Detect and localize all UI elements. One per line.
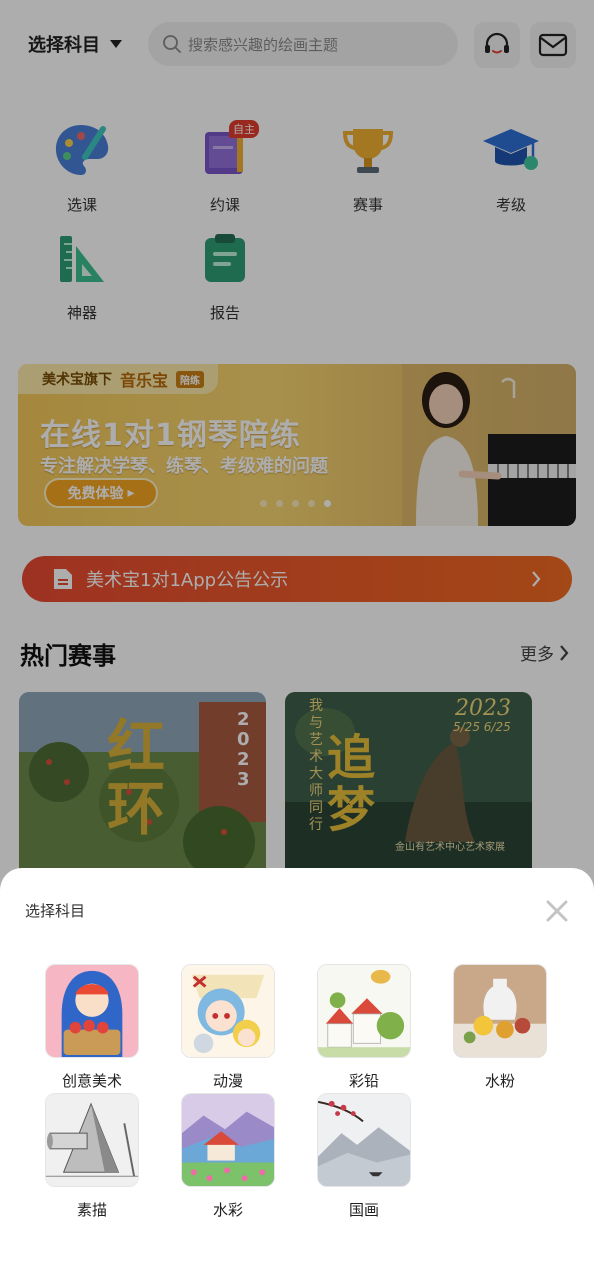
- close-icon[interactable]: [544, 898, 570, 924]
- subject-picker-sheet: 选择科目 创意美术 动漫 彩铅 水粉 素描 水彩 国画: [0, 868, 594, 1280]
- subject-item-sketch[interactable]: 素描: [32, 1093, 152, 1220]
- subject-item-watercolor[interactable]: 水彩: [168, 1093, 288, 1220]
- subject-name: 国画: [348, 1201, 379, 1219]
- subject-thumbnail: [317, 1093, 411, 1187]
- subject-thumbnail: [45, 964, 139, 1058]
- subject-item-chinese-painting[interactable]: 国画: [304, 1093, 424, 1220]
- subject-item-creative-art[interactable]: 创意美术: [32, 964, 152, 1091]
- subject-name: 素描: [76, 1201, 107, 1219]
- subject-name: 水粉: [484, 1072, 515, 1090]
- subject-thumbnail: [317, 964, 411, 1058]
- subject-name: 水彩: [212, 1201, 243, 1219]
- sheet-title: 选择科目: [25, 902, 86, 920]
- subject-thumbnail: [45, 1093, 139, 1187]
- subject-thumbnail: [181, 964, 275, 1058]
- subject-item-gouache[interactable]: 水粉: [440, 964, 560, 1091]
- subject-name: 创意美术: [61, 1072, 122, 1090]
- subject-name: 彩铅: [348, 1072, 379, 1090]
- subject-item-colored-pencil[interactable]: 彩铅: [304, 964, 424, 1091]
- subject-name: 动漫: [212, 1072, 243, 1090]
- subject-item-anime[interactable]: 动漫: [168, 964, 288, 1091]
- subject-thumbnail: [453, 964, 547, 1058]
- subject-thumbnail: [181, 1093, 275, 1187]
